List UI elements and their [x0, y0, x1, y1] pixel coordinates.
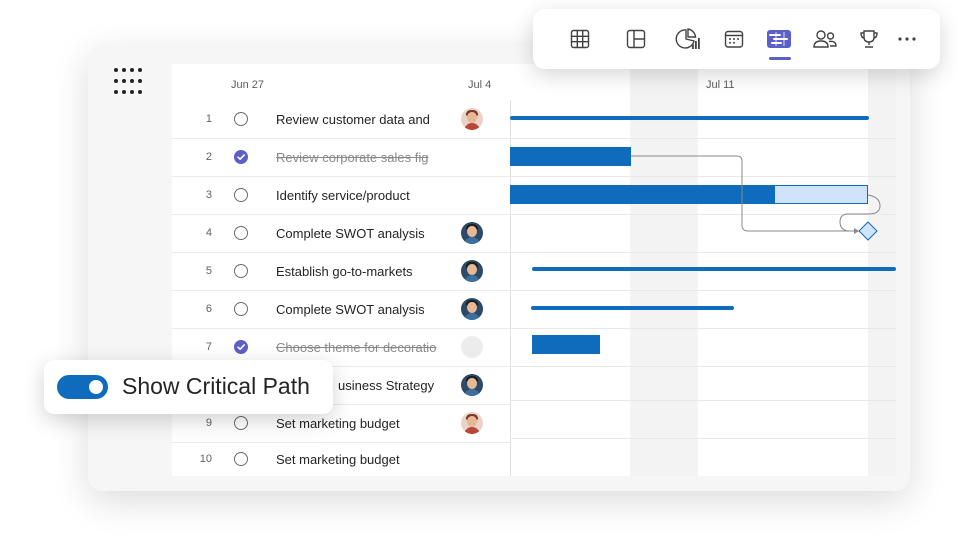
date-label: Jul 11: [706, 79, 735, 91]
task-name[interactable]: Set marketing budget: [276, 452, 400, 467]
schedule-view-icon[interactable]: [720, 26, 748, 52]
critical-path-label[interactable]: Show Critical Path: [122, 373, 310, 400]
gantt-bar-task-6[interactable]: [531, 306, 734, 310]
critical-path-toggle[interactable]: [57, 375, 108, 399]
task-name[interactable]: Complete SWOT analysis: [276, 302, 425, 317]
task-completed-check-icon[interactable]: [234, 340, 248, 354]
grid-line: [510, 328, 896, 329]
grid-line: [510, 138, 896, 139]
row-number: 1: [205, 113, 212, 125]
task-complete-checkbox[interactable]: [234, 302, 248, 316]
task-name[interactable]: Choose theme for decoratio: [276, 340, 436, 355]
grid-line: [510, 438, 896, 439]
date-label: Jun 27: [231, 79, 265, 91]
avatar[interactable]: [461, 260, 483, 282]
more-options-icon[interactable]: [893, 26, 921, 52]
table-row[interactable]: 1 Review customer data and: [172, 100, 510, 139]
app-launcher-icon[interactable]: [114, 68, 144, 98]
gantt-bar-task-7[interactable]: [532, 335, 600, 354]
task-complete-checkbox[interactable]: [234, 416, 248, 430]
board-view-icon[interactable]: [622, 26, 650, 52]
task-complete-checkbox[interactable]: [234, 264, 248, 278]
table-row[interactable]: 2 Review corporate sales fig: [172, 138, 510, 177]
avatar[interactable]: [461, 298, 483, 320]
table-row[interactable]: 10 Set marketing budget: [172, 440, 510, 476]
grid-line: [510, 176, 896, 177]
row-number: 9: [205, 417, 212, 429]
timeline-view-icon[interactable]: [765, 26, 793, 52]
view-toolbar: [533, 9, 940, 69]
task-name[interactable]: Set marketing budget: [276, 416, 400, 431]
grid-line: [510, 400, 896, 401]
row-number: 5: [205, 265, 212, 277]
charts-view-icon[interactable]: [674, 26, 702, 52]
task-name[interactable]: Establish go-to-markets: [276, 264, 413, 279]
avatar[interactable]: [461, 412, 483, 434]
task-completed-check-icon[interactable]: [234, 150, 248, 164]
people-view-icon[interactable]: [811, 26, 839, 52]
gantt-bar-task-5[interactable]: [532, 267, 896, 271]
grid-line: [510, 214, 896, 215]
task-complete-checkbox[interactable]: [234, 452, 248, 466]
row-number: 2: [205, 151, 212, 163]
grid-line: [510, 252, 896, 253]
gantt-bar-task-3[interactable]: [510, 185, 774, 204]
active-view-indicator: [769, 57, 791, 60]
task-complete-checkbox[interactable]: [234, 112, 248, 126]
avatar-placeholder[interactable]: [461, 336, 483, 358]
task-name[interactable]: usiness Strategy: [338, 378, 434, 393]
table-row[interactable]: 3 Identify service/product: [172, 176, 510, 215]
task-name[interactable]: Complete SWOT analysis: [276, 226, 425, 241]
critical-path-card: Show Critical Path: [44, 360, 333, 414]
toggle-knob: [89, 380, 103, 394]
avatar[interactable]: [461, 108, 483, 130]
row-number: 6: [205, 303, 212, 315]
avatar[interactable]: [461, 222, 483, 244]
grid-line: [510, 366, 896, 367]
task-name[interactable]: Review corporate sales fig: [276, 150, 428, 165]
task-complete-checkbox[interactable]: [234, 226, 248, 240]
task-name[interactable]: Review customer data and: [276, 112, 430, 127]
table-row[interactable]: 5 Establish go-to-markets: [172, 252, 510, 291]
task-name[interactable]: Identify service/product: [276, 188, 410, 203]
gantt-bar-task-3-remaining[interactable]: [774, 185, 868, 204]
grid-line: [510, 290, 896, 291]
timeline-panel: Jun 27 Jul 4 Jul 11 1 Review customer da…: [172, 64, 896, 476]
date-label: Jul 4: [468, 79, 492, 91]
grid-view-icon[interactable]: [566, 26, 594, 52]
gantt-bar-task-2[interactable]: [510, 147, 631, 166]
avatar[interactable]: [461, 374, 483, 396]
row-number: 10: [199, 453, 212, 465]
gantt-bar-task-1[interactable]: [510, 116, 869, 120]
row-number: 7: [205, 341, 212, 353]
table-row[interactable]: 4 Complete SWOT analysis: [172, 214, 510, 253]
row-number: 3: [205, 189, 212, 201]
table-row[interactable]: 6 Complete SWOT analysis: [172, 290, 510, 329]
date-header: Jun 27 Jul 4 Jul 11: [172, 64, 896, 100]
goals-view-icon[interactable]: [855, 26, 883, 52]
row-number: 4: [205, 227, 212, 239]
task-complete-checkbox[interactable]: [234, 188, 248, 202]
